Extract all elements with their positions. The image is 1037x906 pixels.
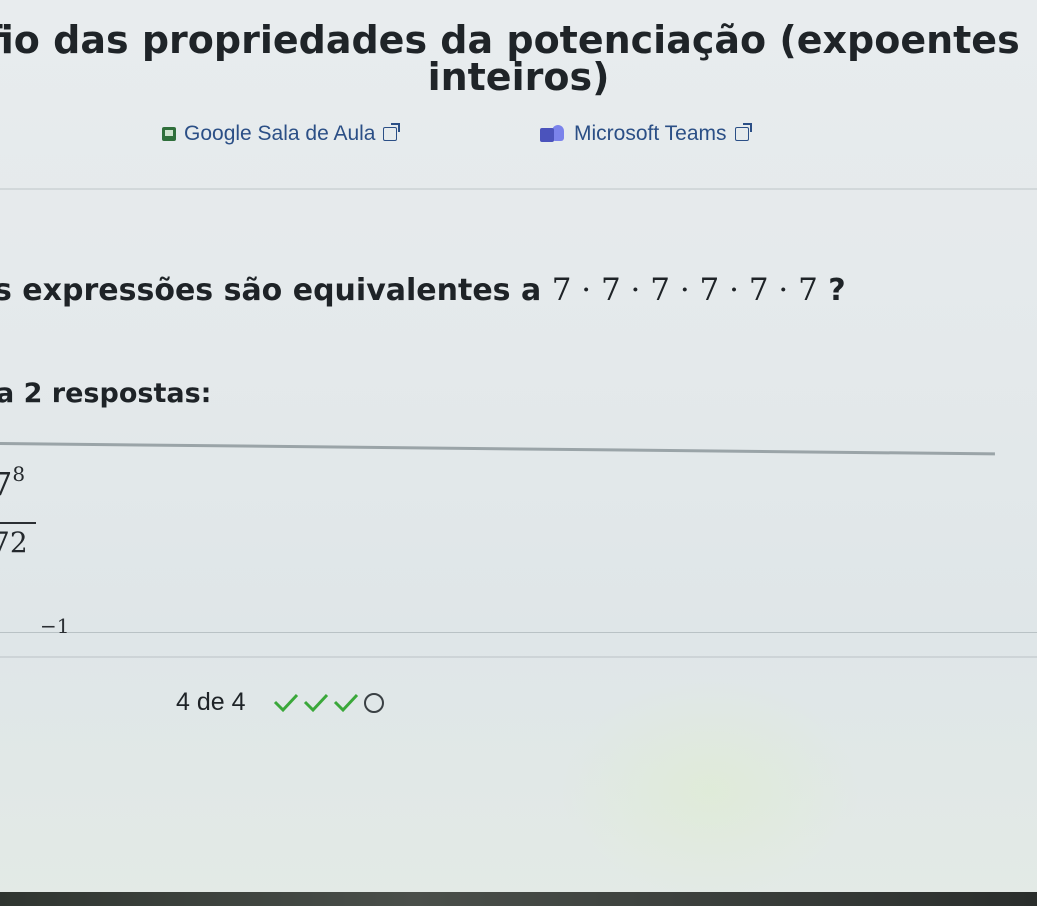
progress-marks [272, 692, 384, 714]
question-expression: 7 · 7 · 7 · 7 · 7 · 7 [551, 272, 818, 308]
question-text: s expressões são equivalentes a [0, 273, 542, 308]
external-link-icon [383, 123, 401, 141]
question-prompt: s expressões são equivalentes a 7 · 7 · … [0, 272, 1034, 308]
fraction-numerator: 78 [0, 462, 26, 503]
answer-instruction: a 2 respostas: [0, 378, 212, 409]
fraction-exponent: 8 [12, 462, 26, 486]
google-classroom-icon [162, 127, 176, 141]
microsoft-teams-link[interactable]: Microsoft Teams [540, 122, 752, 146]
fraction-bar [0, 522, 36, 524]
google-classroom-label: Google Sala de Aula [184, 122, 376, 145]
progress-indicator: 4 de 4 [176, 688, 384, 717]
check-icon [273, 693, 298, 712]
google-classroom-link[interactable]: Google Sala de Aula [162, 122, 401, 146]
fraction-denominator: 72 [0, 526, 28, 559]
choice-text: −1 [40, 614, 70, 638]
choice-divider [0, 632, 1037, 633]
page-title-line-2: inteiros) [427, 55, 610, 99]
progress-label: 4 de 4 [176, 688, 246, 716]
choice-item[interactable]: −1 [0, 612, 1037, 652]
circle-icon [363, 692, 384, 713]
microsoft-teams-icon [540, 125, 566, 143]
question-suffix: ? [828, 273, 846, 308]
check-icon [303, 693, 328, 712]
check-icon [333, 693, 358, 712]
choices-divider [0, 442, 995, 456]
microsoft-teams-label: Microsoft Teams [574, 122, 727, 145]
screen-bezel [0, 892, 1037, 906]
share-links: Google Sala de Aula Microsoft Teams [0, 118, 1037, 158]
header-divider [0, 188, 1037, 190]
external-link-icon [734, 123, 752, 141]
light-glare [560, 680, 860, 900]
footer-divider [0, 656, 1037, 658]
